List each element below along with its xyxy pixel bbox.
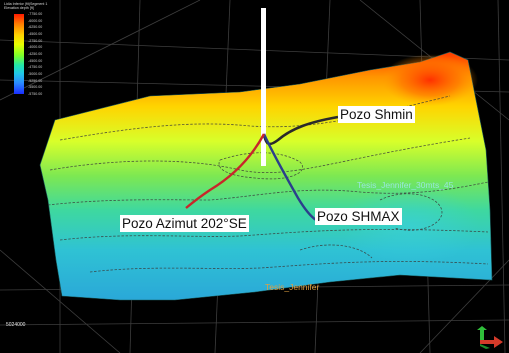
legend-tick: -5000.00 xyxy=(28,71,43,76)
legend-tick: -4000.00 xyxy=(28,45,43,50)
legend-body: -7750.00 -6000.00 -6250.00 -4500.00 -275… xyxy=(4,12,68,96)
depth-legend: Lidia Inferior (fit)Segment 1 Elevation … xyxy=(4,2,68,96)
3d-viewport[interactable]: Lidia Inferior (fit)Segment 1 Elevation … xyxy=(0,0,509,353)
legend-ticks: -7750.00 -6000.00 -6250.00 -4500.00 -275… xyxy=(28,12,42,96)
legend-tick: -4750.00 xyxy=(28,65,43,70)
surface-hotspot xyxy=(382,54,478,106)
legend-tick: -6000.00 xyxy=(28,18,43,23)
color-scale-bar xyxy=(14,14,24,94)
legend-subtitle: Elevation depth [ft] xyxy=(4,6,34,10)
callout-pozo-shmin: Pozo Shmin xyxy=(338,106,415,123)
surface-scene[interactable] xyxy=(0,0,509,353)
vertical-well xyxy=(261,8,266,166)
legend-tick: -4500.00 xyxy=(28,31,43,36)
legend-tick: -2750.00 xyxy=(28,38,43,43)
legend-tick: -5500.00 xyxy=(28,85,43,90)
axis-arrows-icon[interactable] xyxy=(476,326,506,350)
callout-pozo-azimut: Pozo Azimut 202°SE xyxy=(120,215,249,232)
scale-readout: 5024000 xyxy=(6,322,26,328)
surface-label-tesis-30mts: Tesis_Jennifer_30mts_45 xyxy=(357,180,454,190)
surface-right-core xyxy=(340,185,480,265)
legend-tick: -4250.00 xyxy=(28,51,43,56)
surface-label-tesis: Tesis_Jennifer xyxy=(265,282,320,292)
legend-tick: -6250.00 xyxy=(28,25,43,30)
legend-tick: -7750.00 xyxy=(28,12,43,16)
callout-pozo-shmax: Pozo SHMAX xyxy=(315,208,402,225)
legend-tick: -4500.00 xyxy=(28,58,43,63)
legend-tick: -5250.00 xyxy=(28,78,43,83)
legend-tick: -5750.00 xyxy=(28,91,43,96)
